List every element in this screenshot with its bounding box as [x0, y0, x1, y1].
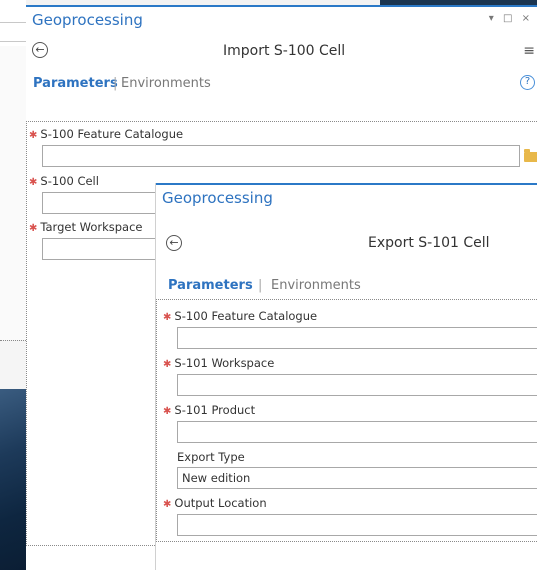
- parameters-panel: ✱ S-100 Feature Catalogue ✱ S-101 Workspac…: [156, 299, 537, 542]
- s101-workspace-input[interactable]: [177, 374, 537, 396]
- geoprocessing-pane-export: Geoprocessing ← Export S-101 Cell Parame…: [156, 183, 537, 570]
- export-type-select[interactable]: New edition: [177, 467, 537, 489]
- feature-catalogue-input[interactable]: [42, 145, 520, 167]
- tool-nav-row: ← Import S-100 Cell ≡: [26, 37, 537, 71]
- tab-separator: |: [258, 278, 263, 293]
- tool-name: Import S-100 Cell: [223, 43, 346, 59]
- pane-header: Geoprocessing ▾ □ ×: [26, 7, 537, 37]
- back-arrow-icon[interactable]: ←: [32, 42, 48, 58]
- required-asterisk-icon: ✱: [163, 499, 172, 510]
- back-arrow-icon[interactable]: ←: [166, 235, 182, 251]
- required-asterisk-icon: ✱: [29, 130, 38, 141]
- param-label-feature-catalogue: ✱ S-100 Feature Catalogue: [163, 309, 318, 323]
- s101-product-input[interactable]: [177, 421, 537, 443]
- tool-name: Export S-101 Cell: [368, 235, 490, 251]
- param-label-export-type: Export Type: [177, 450, 245, 464]
- required-asterisk-icon: ✱: [163, 359, 172, 370]
- folder-icon[interactable]: [524, 149, 537, 162]
- required-asterisk-icon: ✱: [29, 177, 38, 188]
- help-icon[interactable]: ?: [520, 75, 535, 90]
- output-location-input[interactable]: [177, 514, 537, 536]
- param-label-output-location: ✱ Output Location: [163, 496, 267, 510]
- param-label-s101-product: ✱ S-101 Product: [163, 403, 256, 417]
- feature-catalogue-input[interactable]: [177, 327, 537, 349]
- background-left-strip: [0, 341, 26, 389]
- required-asterisk-icon: ✱: [29, 223, 38, 234]
- tool-nav-row: ← Export S-101 Cell: [156, 215, 537, 251]
- param-label-feature-catalogue: ✱ S-100 Feature Catalogue: [29, 127, 184, 141]
- tabs-row: Parameters | Environments: [156, 273, 537, 299]
- tabs-row: Parameters | Environments ?: [26, 71, 537, 97]
- pane-header: Geoprocessing: [156, 185, 537, 215]
- background-left-panel: [0, 46, 26, 340]
- window-controls[interactable]: ▾ □ ×: [489, 13, 533, 24]
- hamburger-menu-icon[interactable]: ≡: [523, 43, 535, 59]
- pane-title: Geoprocessing: [32, 11, 143, 29]
- tab-parameters[interactable]: Parameters: [168, 278, 253, 293]
- tab-parameters[interactable]: Parameters: [33, 76, 118, 91]
- required-asterisk-icon: ✱: [163, 406, 172, 417]
- param-label-s100-cell: ✱ S-100 Cell: [29, 174, 99, 188]
- pane-title: Geoprocessing: [162, 189, 273, 207]
- background-toolbar: [0, 0, 26, 47]
- tab-environments[interactable]: Environments: [271, 278, 361, 293]
- param-label-s101-workspace: ✱ S-101 Workspace: [163, 356, 275, 370]
- required-asterisk-icon: ✱: [163, 312, 172, 323]
- param-label-target-workspace: ✱ Target Workspace: [29, 220, 143, 234]
- tab-environments[interactable]: Environments: [121, 76, 211, 91]
- background-map-view: [0, 389, 26, 570]
- tab-separator: |: [113, 76, 118, 91]
